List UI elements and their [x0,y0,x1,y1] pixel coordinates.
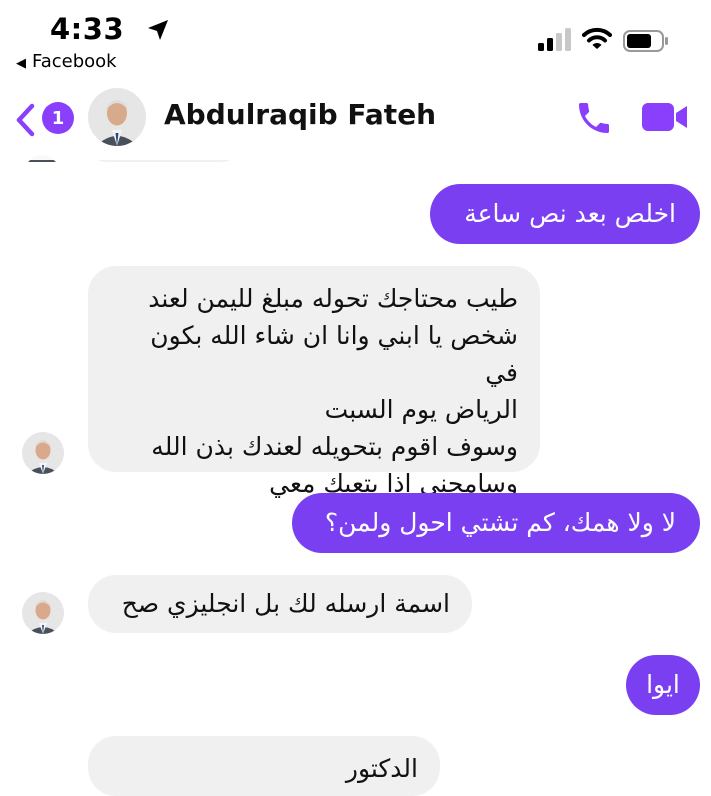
message-line: وسوف اقوم بتحويله لعندك بذن الله [151,432,518,461]
wifi-icon [582,27,612,49]
outgoing-message[interactable]: اخلص بعد نص ساعة [430,184,700,244]
back-to-app-link[interactable]: ◀ Facebook [16,51,117,72]
incoming-message[interactable]: الدكتور [88,736,440,796]
status-bar: 4:33 ◀ Facebook [0,0,711,80]
back-button[interactable]: 1 [14,98,74,142]
outgoing-message[interactable]: ايوا [626,655,700,715]
message-text: ايوا [646,670,680,699]
sender-avatar [22,432,64,474]
contact-avatar[interactable] [88,88,146,146]
incoming-message[interactable]: اسمة ارسله لك بل انجليزي صح [88,575,472,633]
message-line: طيب محتاجك تحوله مبلغ لليمن لعند [148,284,518,313]
back-triangle-icon: ◀ [16,56,26,71]
battery-icon [623,30,668,52]
message-text: لا ولا همك، كم تشتي احول ولمن؟ [324,508,676,537]
location-arrow-icon [148,20,168,40]
status-time: 4:33 [50,12,125,46]
message-line: شخص يا ابني وانا ان شاء الله بكون في [150,321,518,387]
video-call-icon[interactable] [640,100,690,134]
chevron-left-icon [16,103,35,137]
cellular-signal-icon [538,28,571,51]
phone-call-icon[interactable] [574,98,614,138]
contact-name[interactable]: Abdulraqib Fateh [164,98,436,131]
chat-header: 1 Abdulraqib Fateh [0,80,711,160]
message-text: اسمة ارسله لك بل انجليزي صح [121,589,450,618]
message-line: الرياض يوم السبت [324,395,518,424]
message-text: اخلص بعد نص ساعة [464,199,676,228]
sender-avatar [22,592,64,634]
incoming-message[interactable]: طيب محتاجك تحوله مبلغ لليمن لعند شخص يا … [88,266,540,498]
unread-badge: 1 [42,102,74,134]
message-text: الدكتور [345,754,418,783]
back-app-label: Facebook [32,51,117,72]
outgoing-message[interactable]: لا ولا همك، كم تشتي احول ولمن؟ [292,493,700,553]
